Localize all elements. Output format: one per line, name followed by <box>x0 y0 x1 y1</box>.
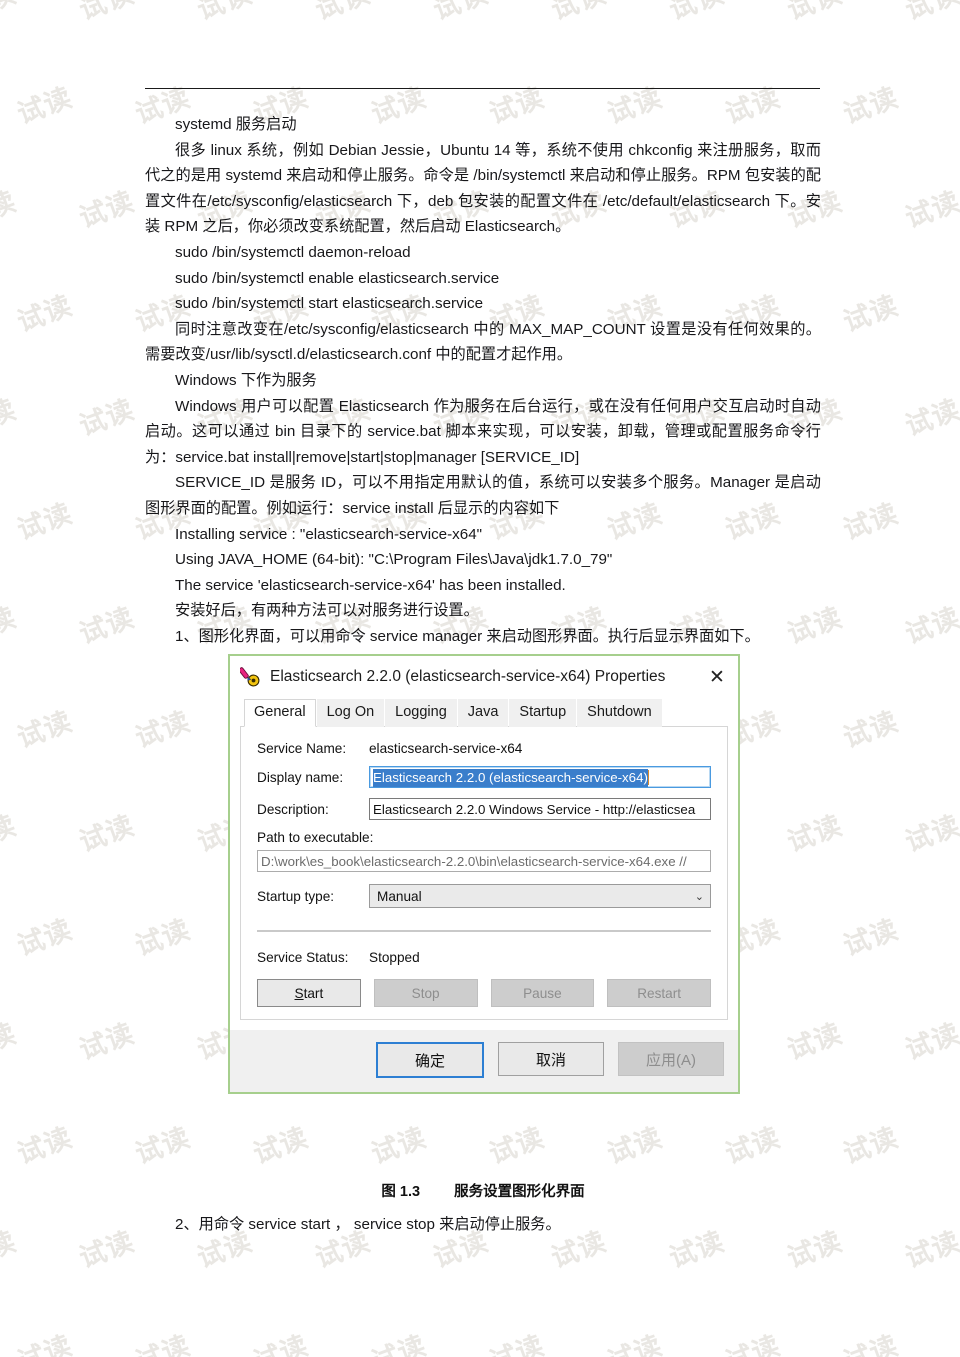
service-name-label: Service Name: <box>257 741 347 756</box>
close-icon[interactable]: ✕ <box>696 656 738 698</box>
figure-title: 服务设置图形化界面 <box>454 1184 585 1200</box>
paragraph-p5: sudo /bin/systemctl start elasticsearch.… <box>175 295 484 313</box>
procrun-service-icon <box>238 666 262 688</box>
paragraph-p3: sudo /bin/systemctl daemon-reload <box>175 243 411 261</box>
service-control-buttons: Start Stop Pause Restart <box>257 979 711 1007</box>
apply-button: 应用(A) <box>618 1042 724 1076</box>
dialog-titlebar[interactable]: Elasticsearch 2.2.0 (elasticsearch-servi… <box>230 656 738 698</box>
start-service-button[interactable]: Start <box>257 979 361 1007</box>
field-row-service-status: Service Status: Stopped <box>257 950 711 965</box>
figure-number: 图 1.3 <box>381 1184 421 1200</box>
field-row-display-name: Display name: Elasticsearch 2.2.0 (elast… <box>257 766 711 788</box>
tab-logging[interactable]: Logging <box>385 699 457 727</box>
stop-service-button: Stop <box>373 979 478 1007</box>
service-properties-dialog-container: Elasticsearch 2.2.0 (elasticsearch-servi… <box>228 654 740 1094</box>
paragraph-p2: 很多 linux 系统，例如 Debian Jessie，Ubuntu 14 等… <box>145 141 821 236</box>
dialog-footer-buttons: 确定 取消 应用(A) <box>230 1030 738 1092</box>
chevron-down-icon: ⌄ <box>694 889 704 903</box>
field-row-description: Description: Elasticsearch 2.2.0 Windows… <box>257 798 711 820</box>
service-status-label: Service Status: <box>257 950 349 965</box>
description-input[interactable]: Elasticsearch 2.2.0 Windows Service - ht… <box>369 798 711 820</box>
button-label-rest: tart <box>303 985 324 1001</box>
description-label: Description: <box>257 801 329 817</box>
startup-type-label: Startup type: <box>257 888 335 904</box>
pause-service-button: Pause <box>490 979 595 1007</box>
field-row-service-name: Service Name: elasticsearch-service-x64 <box>257 741 711 756</box>
path-to-executable-input[interactable]: D:\work\es_book\elasticsearch-2.2.0\bin\… <box>257 850 711 872</box>
cancel-button[interactable]: 取消 <box>498 1042 604 1076</box>
restart-service-button: Restart <box>607 979 711 1007</box>
trailing-text: 2、用命令 service start ， service stop 来启动停止… <box>145 1212 821 1238</box>
page-header-rule <box>145 88 820 89</box>
startup-type-select[interactable]: Manual ⌄ <box>369 884 711 908</box>
paragraph-p1: systemd 服务启动 <box>175 116 297 133</box>
tab-general[interactable]: General <box>244 699 316 727</box>
figure-caption: 图 1.3 服务设置图形化界面 <box>145 1180 821 1201</box>
tab-shutdown[interactable]: Shutdown <box>577 699 662 727</box>
dialog-title: Elasticsearch 2.2.0 (elasticsearch-servi… <box>270 668 666 685</box>
paragraph-p6: 同时注意改变在/etc/sysconfig/elasticsearch 中的 M… <box>145 320 821 364</box>
tab-java[interactable]: Java <box>457 699 509 727</box>
paragraph-p13: 安装好后，有两种方法可以对服务进行设置。 <box>175 602 479 620</box>
service-properties-dialog: Elasticsearch 2.2.0 (elasticsearch-servi… <box>228 654 740 1094</box>
paragraph-p7: Windows 下作为服务 <box>175 371 317 389</box>
paragraph-p10: Installing service : "elasticsearch-serv… <box>175 525 483 543</box>
service-name-value: elasticsearch-service-x64 <box>369 741 523 756</box>
startup-type-value: Manual <box>377 888 422 904</box>
tab-page-general: Service Name: elasticsearch-service-x64 … <box>240 727 728 1020</box>
paragraph-p12: The service 'elasticsearch-service-x64' … <box>175 576 566 594</box>
document-body: systemd 服务启动很多 linux 系统，例如 Debian Jessie… <box>145 112 821 649</box>
display-name-selected-text: Elasticsearch 2.2.0 (elasticsearch-servi… <box>373 769 648 787</box>
display-name-input[interactable]: Elasticsearch 2.2.0 (elasticsearch-servi… <box>369 766 711 788</box>
ok-button[interactable]: 确定 <box>376 1042 484 1078</box>
trailing-paragraph: 2、用命令 service start ， service stop 来启动停止… <box>175 1216 561 1233</box>
tab-startup[interactable]: Startup <box>509 699 577 727</box>
display-name-label: Display name: <box>257 769 344 785</box>
paragraph-p4: sudo /bin/systemctl enable elasticsearch… <box>175 269 500 287</box>
paragraph-p8: Windows 用户可以配置 Elasticsearch 作为服务在后台运行，或… <box>145 397 821 466</box>
service-status-value: Stopped <box>369 950 420 965</box>
dialog-tabstrip: General Log On Logging Java Startup Shutdown <box>240 698 728 727</box>
accelerator-letter: S <box>294 985 304 1001</box>
text-caret <box>647 770 649 785</box>
field-row-startup-type: Startup type: Manual ⌄ <box>257 884 711 908</box>
paragraph-p11: Using JAVA_HOME (64-bit): "C:\Program Fi… <box>175 551 613 569</box>
dialog-body: General Log On Logging Java Startup Shutdown … <box>230 698 738 1030</box>
tab-log-on[interactable]: Log On <box>316 699 385 727</box>
path-to-executable-label: Path to executable: <box>257 830 374 845</box>
paragraph-p14: 1、图形化界面，可以用命令 service manager 来启动图形界面。执行… <box>175 627 760 645</box>
paragraph-p9: SERVICE_ID 是服务 ID，可以不用指定用默认的值，系统可以安装多个服务… <box>145 474 821 517</box>
section-divider <box>257 930 711 932</box>
document-page: systemd 服务启动很多 linux 系统，例如 Debian Jessie… <box>0 0 960 1357</box>
